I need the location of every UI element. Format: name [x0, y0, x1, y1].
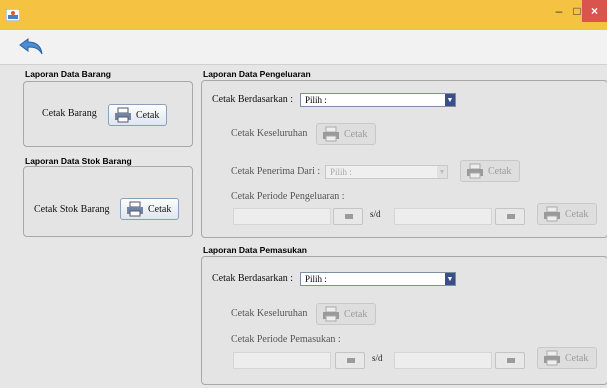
pemasukan-berdasarkan-value: Pilih :: [305, 274, 327, 284]
pengeluaran-berdasarkan-label: Cetak Berdasarkan :: [212, 94, 294, 105]
pengeluaran-keseluruhan-button-label: Cetak: [344, 128, 368, 140]
pengeluaran-keseluruhan-label: Cetak Keseluruhan: [231, 128, 308, 139]
printer-icon: [544, 350, 560, 366]
pemasukan-start-date-field[interactable]: [233, 352, 331, 369]
penerima-cetak-button-label: Cetak: [488, 165, 512, 177]
panel-stok: Cetak Stok Barang Cetak: [23, 166, 193, 237]
periode-pengeluaran-label: Cetak Periode Pengeluaran :: [231, 191, 345, 202]
panel-pemasukan: Cetak Berdasarkan : Pilih : ▼ Cetak Kese…: [201, 256, 607, 385]
pemasukan-sd-label: s/d: [372, 353, 383, 363]
chevron-down-icon: ▼: [445, 273, 455, 285]
back-arrow-icon[interactable]: [18, 36, 46, 58]
chevron-down-icon: ▼: [445, 94, 455, 106]
cetak-barang-label: Cetak Barang: [42, 108, 97, 119]
periode-pemasukan-cetak-button[interactable]: Cetak: [537, 347, 597, 369]
penerima-cetak-button[interactable]: Cetak: [460, 160, 520, 182]
calendar-icon: [507, 214, 515, 219]
pemasukan-berdasarkan-label: Cetak Berdasarkan :: [212, 273, 294, 284]
panel-barang: Cetak Barang Cetak: [23, 81, 193, 147]
pengeluaran-end-date-button[interactable]: [495, 208, 525, 225]
cetak-stok-button-label: Cetak: [148, 203, 172, 215]
pemasukan-start-date-button[interactable]: [335, 352, 365, 369]
calendar-icon: [345, 214, 353, 219]
pengeluaran-end-date-field[interactable]: [394, 208, 492, 225]
pengeluaran-start-date-field[interactable]: [233, 208, 331, 225]
printer-icon: [127, 201, 143, 217]
calendar-icon: [347, 358, 355, 363]
pengeluaran-sd-label: s/d: [370, 209, 381, 219]
pengeluaran-start-date-button[interactable]: [333, 208, 363, 225]
calendar-icon: [507, 358, 515, 363]
penerima-value: Pilih :: [330, 167, 352, 177]
printer-icon: [323, 306, 339, 322]
title-bar: – □ ×: [0, 0, 607, 30]
periode-pengeluaran-cetak-button-label: Cetak: [565, 208, 589, 220]
printer-icon: [467, 163, 483, 179]
close-button[interactable]: ×: [582, 0, 607, 22]
java-app-icon: [6, 9, 20, 21]
periode-pengeluaran-cetak-button[interactable]: Cetak: [537, 203, 597, 225]
pengeluaran-berdasarkan-value: Pilih :: [305, 95, 327, 105]
section-title-pengeluaran: Laporan Data Pengeluaran: [203, 69, 311, 79]
toolbar: [0, 30, 607, 65]
pemasukan-keseluruhan-button[interactable]: Cetak: [316, 303, 376, 325]
cetak-stok-label: Cetak Stok Barang: [34, 204, 110, 215]
panel-pengeluaran: Cetak Berdasarkan : Pilih : ▼ Cetak Kese…: [201, 80, 607, 238]
penerima-label: Cetak Penerima Dari :: [231, 166, 321, 177]
periode-pemasukan-cetak-button-label: Cetak: [565, 352, 589, 364]
section-title-barang: Laporan Data Barang: [25, 69, 111, 79]
pengeluaran-berdasarkan-select[interactable]: Pilih : ▼: [300, 93, 456, 107]
pengeluaran-keseluruhan-button[interactable]: Cetak: [316, 123, 376, 145]
cetak-stok-button[interactable]: Cetak: [120, 198, 179, 220]
section-title-stok: Laporan Data Stok Barang: [25, 156, 132, 166]
pemasukan-keseluruhan-button-label: Cetak: [344, 308, 368, 320]
pemasukan-berdasarkan-select[interactable]: Pilih : ▼: [300, 272, 456, 286]
pemasukan-keseluruhan-label: Cetak Keseluruhan: [231, 308, 308, 319]
cetak-barang-button-label: Cetak: [136, 109, 160, 121]
chevron-down-icon: ▼: [437, 166, 447, 178]
pemasukan-end-date-field[interactable]: [394, 352, 492, 369]
cetak-barang-button[interactable]: Cetak: [108, 104, 167, 126]
penerima-select[interactable]: Pilih : ▼: [325, 165, 448, 179]
pemasukan-end-date-button[interactable]: [495, 352, 525, 369]
periode-pemasukan-label: Cetak Periode Pemasukan :: [231, 334, 341, 345]
printer-icon: [115, 107, 131, 123]
section-title-pemasukan: Laporan Data Pemasukan: [203, 245, 307, 255]
printer-icon: [544, 206, 560, 222]
printer-icon: [323, 126, 339, 142]
